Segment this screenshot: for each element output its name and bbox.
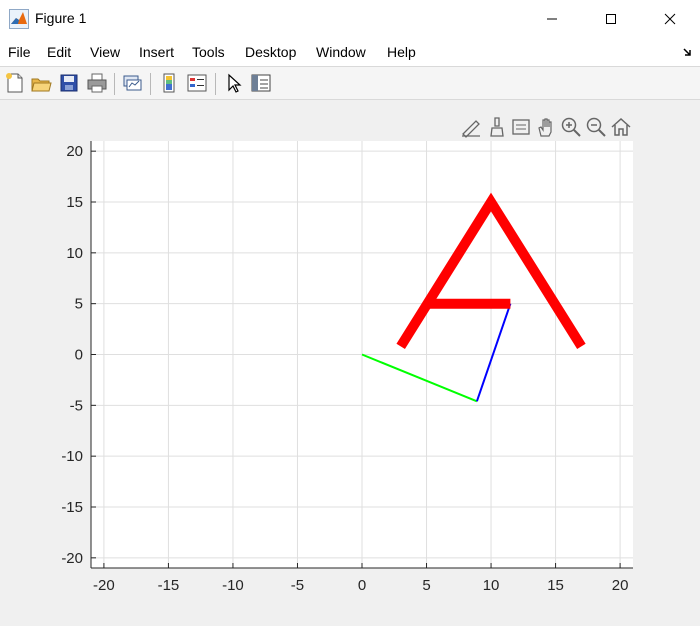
x-tick-label: 15 xyxy=(547,577,564,594)
x-tick-label: -5 xyxy=(291,577,304,594)
y-tick-label: 0 xyxy=(75,347,83,364)
x-tick-label: 10 xyxy=(483,577,500,594)
y-tick-label: 5 xyxy=(75,296,83,313)
plot-axes[interactable]: -20 -15 -10 -5 0 5 10 15 20 -20 -15 -10 -5 0 5 10 15 20 xyxy=(0,0,700,626)
y-tick-label: 10 xyxy=(66,245,83,262)
y-tick-label: 15 xyxy=(66,194,83,211)
y-tick-label: -20 xyxy=(61,550,83,567)
y-tick-label: -10 xyxy=(61,448,83,465)
x-tick-label: -10 xyxy=(222,577,244,594)
x-tick-label: 0 xyxy=(358,577,366,594)
x-tick-label: 20 xyxy=(612,577,629,594)
x-tick-label: 5 xyxy=(422,577,430,594)
y-tick-label: -15 xyxy=(61,499,83,516)
y-tick-label: -5 xyxy=(70,397,83,414)
x-tick-label: -20 xyxy=(93,577,115,594)
y-tick-label: 20 xyxy=(66,143,83,160)
x-tick-label: -15 xyxy=(158,577,180,594)
